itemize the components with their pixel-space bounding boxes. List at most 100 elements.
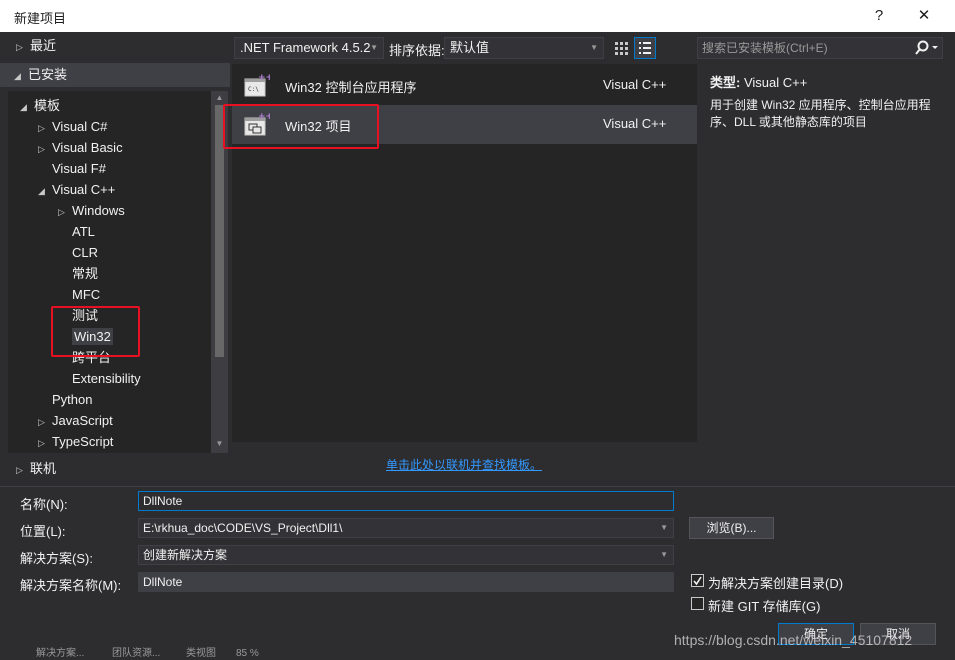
tree-item-label: MFC [72, 287, 101, 302]
tree-item[interactable]: ▷ JavaScript [38, 410, 113, 431]
tree-item-label: CLR [72, 245, 99, 260]
tree-item[interactable]: ATL [58, 221, 95, 242]
tree-item[interactable]: Visual F# [38, 158, 106, 179]
tree-item[interactable]: CLR [58, 242, 98, 263]
svg-text:C:\: C:\ [248, 86, 259, 93]
list-view-icon[interactable] [634, 37, 656, 59]
collapse-arrow-icon: ◢ [20, 102, 27, 112]
online-templates-link[interactable]: 单击此处以联机并查找模板。 [386, 456, 542, 473]
tree-item[interactable]: 常规 [58, 263, 98, 284]
recent-node[interactable]: ▷ 最近 [16, 35, 56, 56]
location-label: 位置(L): [20, 524, 66, 539]
expand-arrow-icon: ▷ [38, 123, 45, 133]
grid-view-icon[interactable] [610, 37, 632, 59]
tree-item-label: JavaScript [52, 413, 113, 428]
search-placeholder: 搜索已安装模板(Ctrl+E) [702, 41, 828, 55]
dropdown-arrow-icon: ▼ [590, 43, 598, 52]
watermark: https://blog.csdn.net/weixin_45107812 [674, 632, 913, 648]
create-git-label[interactable]: 新建 GIT 存储库(G) [708, 596, 820, 615]
project-item[interactable]: C:\ ++ Win32 控制台应用程序 Visual C++ [232, 66, 697, 105]
location-value: E:\rkhua_doc\CODE\VS_Project\Dll1\ [143, 521, 343, 535]
sort-value: 默认值 [450, 40, 490, 55]
solution-name-field[interactable]: DllNote [138, 572, 674, 592]
expand-arrow-icon: ▷ [16, 465, 23, 475]
window-title: 新建项目 [14, 11, 67, 26]
title-bar: 新建项目 ? ✕ [0, 0, 955, 32]
sort-label: 排序依据: [389, 43, 445, 58]
type-value: Visual C++ [743, 75, 808, 90]
recent-label: 最近 [30, 38, 57, 53]
solution-name-label: 解决方案名称(M): [20, 578, 122, 593]
online-label: 联机 [30, 461, 57, 476]
scroll-up-icon[interactable]: ▲ [211, 93, 228, 102]
template-type: 类型: Visual C++ [710, 72, 807, 91]
tree-item[interactable]: Extensibility [58, 368, 141, 389]
tree-item-label: Windows [72, 203, 125, 218]
online-node[interactable]: ▷ 联机 [16, 458, 56, 479]
tree-item[interactable]: ◢ Visual C++ [38, 179, 115, 200]
tree-item[interactable]: ▷ TypeScript [38, 431, 113, 452]
expand-arrow-icon: ▷ [38, 417, 45, 427]
create-dir-label[interactable]: 为解决方案创建目录(D) [708, 573, 843, 592]
tree-item-label: Visual F# [52, 161, 106, 176]
installed-label-row: ◢ 已安装 [14, 64, 67, 85]
project-language: Visual C++ [603, 116, 667, 131]
tree-item[interactable]: ▷ Visual Basic [38, 137, 123, 158]
tree-item[interactable]: ▷ Visual C# [38, 116, 107, 137]
browse-button[interactable]: 浏览(B)... [689, 517, 774, 539]
dropdown-arrow-icon: ▼ [370, 43, 378, 52]
tree-item[interactable]: MFC [58, 284, 100, 305]
installed-label: 已安装 [28, 67, 68, 82]
expand-arrow-icon: ▷ [38, 438, 45, 448]
create-dir-checkbox[interactable] [691, 574, 704, 587]
expand-arrow-icon: ▷ [16, 42, 23, 52]
collapse-arrow-icon: ◢ [38, 186, 45, 196]
console-app-icon: C:\ ++ [244, 73, 273, 97]
collapse-arrow-icon: ◢ [14, 71, 21, 81]
tree-item-label: ATL [72, 224, 95, 239]
tree-item-label: 常规 [72, 266, 99, 281]
solution-value: 创建新解决方案 [143, 548, 228, 562]
status-item[interactable]: 团队资源... [112, 648, 160, 660]
template-tree[interactable]: ◢ 模板 ▷ Visual C# ▷ Visual Basic Visual F# ◢ Vis… [8, 91, 228, 453]
tree-item[interactable]: ▷ Windows [58, 200, 125, 221]
tree-item-label: Python [52, 392, 93, 407]
svg-text:++: ++ [258, 73, 270, 83]
templates-node[interactable]: ◢ 模板 [20, 95, 60, 116]
solution-label: 解决方案(S): [20, 551, 93, 566]
status-item[interactable]: 类视图 [186, 648, 216, 660]
win32-project-highlight-box [223, 104, 379, 149]
project-name: Win32 控制台应用程序 [285, 80, 417, 95]
tree-item-label: Extensibility [72, 371, 141, 386]
project-language: Visual C++ [603, 77, 667, 92]
expand-arrow-icon: ▷ [58, 207, 65, 217]
framework-dropdown[interactable]: .NET Framework 4.5.2 ▼ [234, 37, 384, 59]
sort-dropdown[interactable]: 默认值 ▼ [444, 37, 604, 59]
name-label: 名称(N): [20, 497, 68, 512]
dropdown-arrow-icon[interactable]: ▼ [660, 519, 668, 537]
expand-arrow-icon: ▷ [38, 144, 45, 154]
help-button[interactable]: ? [862, 3, 896, 29]
location-field[interactable]: E:\rkhua_doc\CODE\VS_Project\Dll1\ ▼ [138, 518, 674, 538]
status-bar: 解决方案... 团队资源... 类视图 85 % [0, 648, 955, 660]
templates-label: 模板 [34, 98, 61, 113]
close-button[interactable]: ✕ [907, 3, 941, 29]
search-input[interactable]: 搜索已安装模板(Ctrl+E) [697, 37, 943, 59]
tree-item-label: Visual C++ [52, 182, 116, 197]
zoom-level[interactable]: 85 % [236, 648, 259, 660]
win32-highlight-box [51, 306, 140, 357]
name-field[interactable]: DllNote [138, 491, 674, 511]
status-item[interactable]: 解决方案... [36, 648, 84, 660]
tree-item-label: Visual Basic [52, 140, 123, 155]
framework-value: .NET Framework 4.5.2 [240, 40, 371, 55]
tree-item-label: Visual C# [52, 119, 108, 134]
solution-dropdown[interactable]: 创建新解决方案 ▼ [138, 545, 674, 565]
create-git-checkbox[interactable] [691, 597, 704, 610]
type-label: 类型: [710, 75, 741, 90]
scroll-down-icon[interactable]: ▼ [211, 439, 228, 448]
template-description: 用于创建 Win32 应用程序、控制台应用程序、DLL 或其他静态库的项目 [710, 98, 931, 129]
form-divider [0, 486, 955, 487]
tree-item[interactable]: Python [38, 389, 92, 410]
tree-item-label: TypeScript [52, 434, 114, 449]
search-icon[interactable] [913, 39, 939, 57]
